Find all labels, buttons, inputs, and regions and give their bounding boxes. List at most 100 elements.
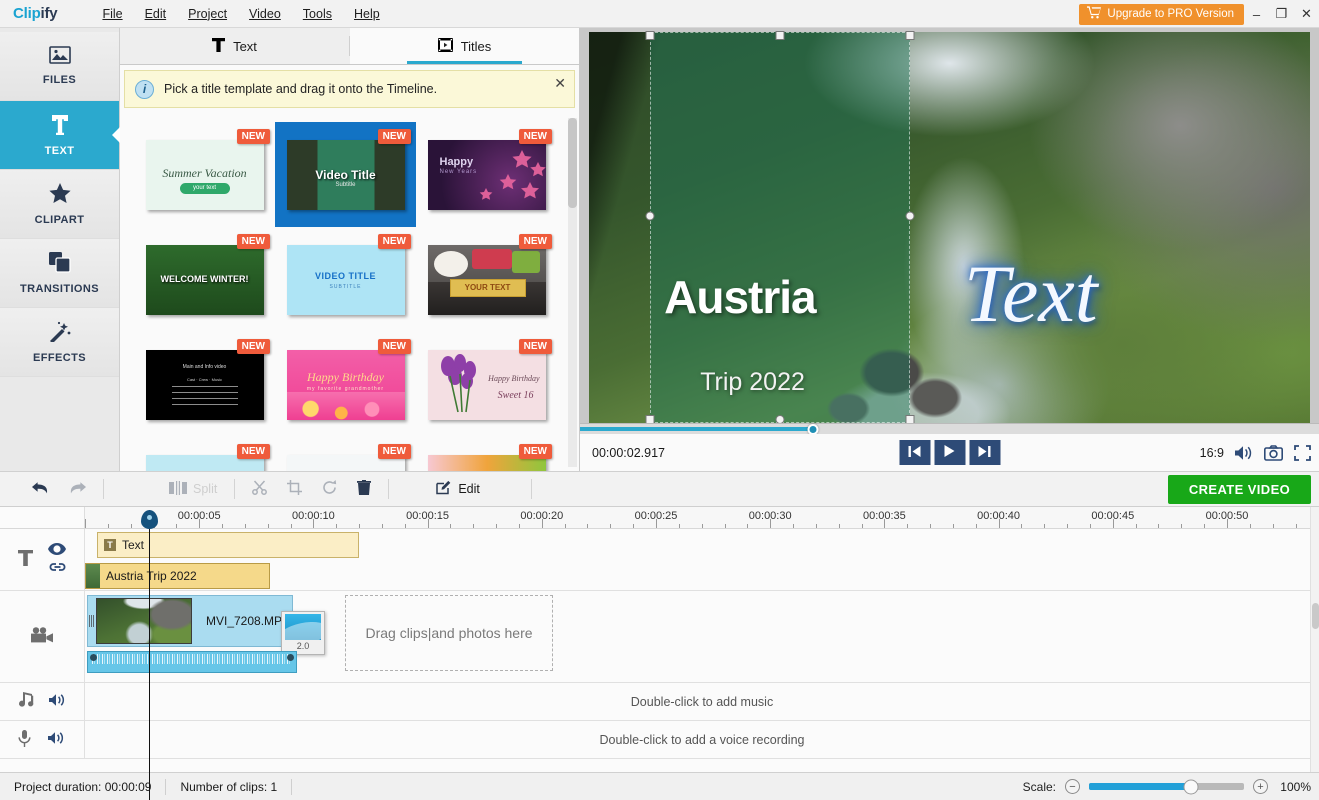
- timeline-clip-video[interactable]: MVI_7208.MP4: [87, 595, 293, 647]
- preview-overlay-text[interactable]: Text: [964, 247, 1098, 341]
- template-cell-your-text-gifts[interactable]: YOUR TEXT NEW: [416, 227, 557, 332]
- template-cell-happy-birthday-sweet16[interactable]: Happy Birthday Sweet 16 NEW: [416, 332, 557, 437]
- sidebar-item-clipart[interactable]: CLIPART: [0, 170, 119, 239]
- ruler-label: 00:00:10: [292, 510, 335, 522]
- resize-handle-mr[interactable]: [905, 211, 914, 220]
- template-cell-happy-stars[interactable]: Happy New Years: [416, 122, 557, 227]
- audio-handle-right[interactable]: [287, 654, 294, 661]
- window-controls-group: Upgrade to PRO Version – ❐ ✕: [1079, 0, 1319, 28]
- playhead[interactable]: [149, 510, 150, 800]
- resize-handle-tr[interactable]: [905, 31, 914, 40]
- timeline-scrollbar[interactable]: [1310, 507, 1319, 772]
- prev-frame-button[interactable]: [899, 440, 930, 465]
- menu-video[interactable]: Video: [238, 3, 292, 25]
- track-voice-body[interactable]: Double-click to add a voice recording: [85, 721, 1319, 758]
- crop-button[interactable]: [277, 476, 312, 502]
- split-button[interactable]: Split: [159, 476, 227, 502]
- rotate-button[interactable]: [312, 476, 347, 502]
- track-text-body[interactable]: T Text Austria Trip 2022: [85, 529, 1319, 590]
- menu-project[interactable]: Project: [177, 3, 238, 25]
- template-cell-summer-vacation[interactable]: Summer Vacation your text NEW: [134, 122, 275, 227]
- undo-button[interactable]: [22, 476, 59, 502]
- play-icon: [944, 445, 956, 460]
- create-video-button[interactable]: CREATE VIDEO: [1168, 475, 1311, 504]
- delete-button[interactable]: [347, 476, 381, 502]
- scale-slider-knob[interactable]: [1184, 779, 1199, 794]
- stars-decoration: [474, 148, 546, 208]
- ruler-tick: [725, 524, 726, 528]
- rotate-icon: [322, 480, 337, 498]
- resize-handle-br[interactable]: [905, 415, 914, 424]
- template-cell-welcome-winter[interactable]: WELCOME WINTER! NEW: [134, 227, 275, 332]
- title-overlay-box[interactable]: Austria Trip 2022: [650, 32, 910, 423]
- ruler-tick: [496, 524, 497, 528]
- clip-count-value: 1: [271, 780, 278, 794]
- volume-icon[interactable]: [48, 731, 66, 748]
- track-video-body[interactable]: MVI_7208.MP4 2.0 Drag clips|and photos h…: [85, 591, 1319, 682]
- volume-icon[interactable]: [49, 693, 67, 710]
- edit-button[interactable]: Edit: [426, 476, 490, 502]
- template-cell-row4-c[interactable]: NEW: [416, 437, 557, 471]
- close-button[interactable]: ✕: [1294, 0, 1319, 28]
- cart-icon: [1087, 6, 1101, 22]
- clip-left-grip[interactable]: [88, 596, 95, 646]
- volume-icon[interactable]: [1235, 445, 1253, 461]
- resize-handle-bc[interactable]: [776, 415, 785, 424]
- upgrade-pro-button[interactable]: Upgrade to PRO Version: [1079, 4, 1244, 25]
- template-cell-video-title-blue[interactable]: VIDEO TITLE SUBTITLE NEW: [275, 227, 416, 332]
- ruler-tick: [1021, 524, 1022, 528]
- scale-slider[interactable]: [1089, 783, 1244, 790]
- info-close-icon[interactable]: ✕: [554, 75, 566, 92]
- sidebar-item-transitions[interactable]: TRANSITIONS: [0, 239, 119, 308]
- timeline-ruler[interactable]: 00:00:0500:00:1000:00:1500:00:2000:00:25…: [0, 507, 1319, 529]
- timeline-dropzone[interactable]: Drag clips|and photos here: [345, 595, 553, 671]
- zoom-in-button[interactable]: +: [1253, 779, 1268, 794]
- zoom-out-button[interactable]: −: [1065, 779, 1080, 794]
- cut-button[interactable]: [242, 476, 277, 502]
- template-cell-row4-a[interactable]: NEW: [134, 437, 275, 471]
- template-cell-happy-birthday-pink[interactable]: Happy Birthday my favorite grandmother N…: [275, 332, 416, 437]
- title-clip-thumb: [86, 564, 100, 588]
- timeline-scrollbar-thumb[interactable]: [1312, 603, 1319, 629]
- sidebar-item-text[interactable]: TEXT: [0, 101, 119, 170]
- ruler-tick: [336, 524, 337, 528]
- timeline-clip-title[interactable]: Austria Trip 2022: [85, 563, 270, 589]
- clip-audio-waveform[interactable]: [87, 651, 297, 673]
- playhead-marker[interactable]: [141, 510, 158, 529]
- menu-tools[interactable]: Tools: [292, 3, 343, 25]
- template-title: Summer Vacation: [146, 166, 264, 181]
- eye-icon[interactable]: [48, 543, 66, 558]
- menu-file[interactable]: File: [91, 3, 133, 25]
- camera-icon[interactable]: [1264, 445, 1283, 461]
- sidebar-item-effects[interactable]: EFFECTS: [0, 308, 119, 377]
- menu-help[interactable]: Help: [343, 3, 391, 25]
- resize-handle-tc[interactable]: [776, 31, 785, 40]
- tab-titles[interactable]: Titles: [350, 28, 579, 64]
- transition-badge[interactable]: 2.0: [281, 611, 325, 655]
- templates-scrollbar-thumb[interactable]: [568, 118, 577, 208]
- sidebar-item-files[interactable]: FILES: [0, 32, 119, 101]
- track-voice: Double-click to add a voice recording: [0, 721, 1319, 759]
- track-text: T Text Austria Trip 2022: [0, 529, 1319, 591]
- play-button[interactable]: [934, 440, 965, 465]
- aspect-ratio-label[interactable]: 16:9: [1200, 446, 1224, 460]
- timeline-clip-text[interactable]: T Text: [97, 532, 359, 558]
- audio-handle-left[interactable]: [90, 654, 97, 661]
- menu-edit[interactable]: Edit: [134, 3, 178, 25]
- tab-text[interactable]: Text: [120, 28, 349, 64]
- minimize-button[interactable]: –: [1244, 0, 1269, 28]
- fullscreen-icon[interactable]: [1294, 445, 1311, 461]
- link-icon[interactable]: [49, 561, 66, 576]
- next-frame-button[interactable]: [969, 440, 1000, 465]
- preview-seekbar[interactable]: [580, 424, 1319, 434]
- template-cell-row4-b[interactable]: NEW: [275, 437, 416, 471]
- resize-handle-ml[interactable]: [646, 211, 655, 220]
- redo-button[interactable]: [59, 476, 96, 502]
- maximize-button[interactable]: ❐: [1269, 0, 1294, 28]
- template-cell-credits-black[interactable]: Main and Info video Cast · Crew · Music …: [134, 332, 275, 437]
- track-music-body[interactable]: Double-click to add music: [85, 683, 1319, 720]
- resize-handle-bl[interactable]: [646, 415, 655, 424]
- ruler-tick: [587, 524, 588, 528]
- template-cell-video-title-forest[interactable]: Video Title Subtitle NEW: [275, 122, 416, 227]
- resize-handle-tl[interactable]: [646, 31, 655, 40]
